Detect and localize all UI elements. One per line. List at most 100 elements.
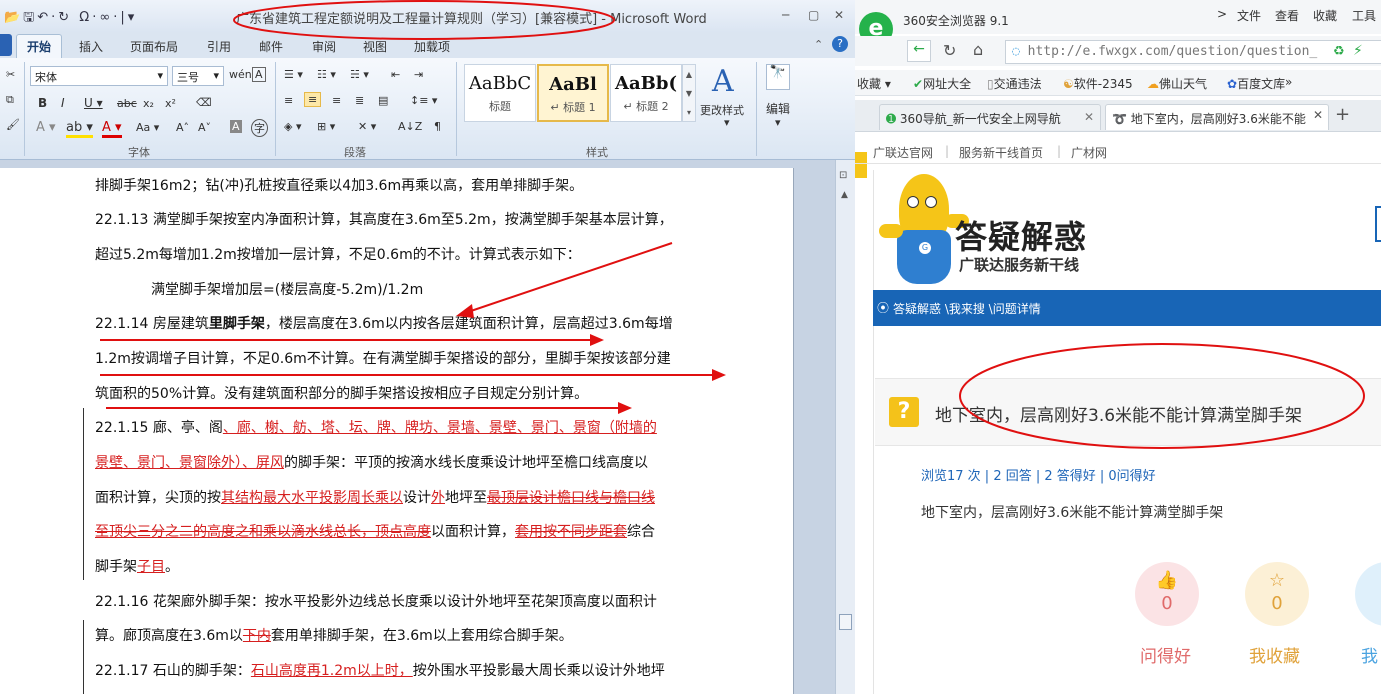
text-effect-icon[interactable]: A ▾ bbox=[36, 120, 56, 135]
tab-insert[interactable]: 插入 bbox=[79, 38, 103, 55]
underline-button[interactable]: U ▾ bbox=[84, 96, 103, 110]
tab-references[interactable]: 引用 bbox=[207, 38, 231, 55]
home-icon[interactable]: ⌂ bbox=[973, 40, 983, 59]
maximize-icon[interactable]: ▢ bbox=[808, 8, 819, 22]
close-icon[interactable]: ✕ bbox=[834, 8, 844, 22]
back-icon[interactable]: ← bbox=[907, 40, 931, 62]
align-right-icon[interactable]: ≡ bbox=[332, 94, 341, 107]
style-title[interactable]: AaBbC 标题 bbox=[464, 64, 536, 122]
font-size-select[interactable]: 三号 ▾ bbox=[172, 66, 224, 86]
edit-button[interactable]: 编辑 bbox=[766, 100, 790, 117]
menu-more-icon[interactable]: > bbox=[1217, 7, 1227, 21]
address-bar[interactable]: ◌ http://e.fwxgx.com/question/question_ bbox=[1005, 40, 1381, 64]
question-stats[interactable]: 浏览17 次 | 2 回答 | 2 答得好 | 0问得好 bbox=[921, 465, 1156, 484]
favorite-label[interactable]: 我收藏 bbox=[1249, 642, 1300, 667]
refresh-icon[interactable]: ↻ bbox=[943, 41, 956, 60]
tab-360-nav[interactable]: ➊ 360导航_新一代安全上网导航 ✕ bbox=[879, 104, 1101, 130]
enclose-char-icon[interactable]: 字 bbox=[251, 119, 268, 137]
change-styles-arrow-icon[interactable]: ▾ bbox=[724, 116, 730, 129]
show-marks-icon[interactable]: ¶ bbox=[434, 120, 441, 133]
justify-icon[interactable]: ≣ bbox=[355, 94, 364, 107]
nav-service-home[interactable]: 服务新干线首页 bbox=[959, 144, 1043, 161]
distribute-icon[interactable]: ▤ bbox=[378, 94, 388, 107]
menu-tools[interactable]: 工具 bbox=[1352, 7, 1376, 24]
style-heading-2[interactable]: AaBb( ↵ 标题 2 bbox=[610, 64, 682, 122]
fav-traffic[interactable]: ▯交通违法 bbox=[987, 75, 1042, 92]
breadcrumb[interactable]: 答疑解惑 \我来搜 \问题详情 bbox=[893, 300, 1041, 317]
tab-view[interactable]: 视图 bbox=[363, 38, 387, 55]
menu-favorites[interactable]: 收藏 bbox=[1313, 7, 1337, 24]
find-icon[interactable]: 🔭 bbox=[766, 64, 790, 90]
format-painter-icon[interactable]: 🖌 bbox=[6, 118, 20, 131]
fav-url-list[interactable]: ✔网址大全 bbox=[913, 75, 971, 92]
font-color-icon[interactable]: A ▾ bbox=[102, 120, 122, 138]
menu-file[interactable]: 文件 bbox=[1237, 7, 1261, 24]
shrink-font-size-icon[interactable]: A˅ bbox=[198, 121, 211, 134]
char-border-icon[interactable]: A bbox=[252, 67, 266, 82]
style-heading-1[interactable]: AaBl ↵ 标题 1 bbox=[537, 64, 609, 122]
tab-review[interactable]: 审阅 bbox=[312, 38, 336, 55]
scroll-thumb[interactable] bbox=[839, 614, 852, 630]
edit-arrow-icon[interactable]: ▾ bbox=[775, 116, 781, 129]
search-box-edge[interactable] bbox=[1375, 206, 1381, 242]
numbering-icon[interactable]: ☷ ▾ bbox=[317, 68, 336, 81]
new-tab-icon[interactable]: + bbox=[1335, 104, 1350, 125]
tab-page-layout[interactable]: 页面布局 bbox=[130, 38, 178, 55]
tab-mailings[interactable]: 邮件 bbox=[259, 38, 283, 55]
line-spacing-icon[interactable]: ↕≡ ▾ bbox=[410, 94, 437, 107]
good-question-button[interactable]: 👍 0 bbox=[1135, 562, 1199, 626]
change-styles-icon[interactable]: A bbox=[712, 64, 734, 99]
subscript-button[interactable]: x₂ bbox=[143, 97, 154, 110]
file-button[interactable] bbox=[0, 34, 12, 56]
bold-button[interactable]: B bbox=[38, 96, 47, 110]
fav-weather[interactable]: ☁佛山天气 bbox=[1147, 75, 1207, 92]
scroll-up-icon[interactable]: ▲ bbox=[841, 190, 848, 200]
char-shading-icon[interactable]: A bbox=[230, 120, 242, 133]
fav-baidu-wenku[interactable]: ✿百度文库 bbox=[1227, 75, 1285, 92]
borders-icon[interactable]: ⊞ ▾ bbox=[317, 120, 335, 133]
minimize-icon[interactable]: ─ bbox=[782, 8, 789, 22]
italic-button[interactable]: I bbox=[61, 96, 65, 110]
styles-scroll[interactable]: ▲ ▼ ▾ bbox=[682, 64, 696, 122]
tab-home[interactable]: 开始 bbox=[16, 34, 63, 58]
cut-icon[interactable]: ✂ bbox=[6, 68, 15, 81]
third-action-label[interactable]: 我 bbox=[1361, 642, 1378, 667]
superscript-button[interactable]: x² bbox=[165, 97, 176, 110]
change-styles-button[interactable]: 更改样式 bbox=[700, 102, 744, 118]
close-tab-icon[interactable]: ✕ bbox=[1313, 108, 1323, 122]
increase-indent-icon[interactable]: ⇥ bbox=[414, 68, 423, 81]
good-question-label[interactable]: 问得好 bbox=[1140, 642, 1191, 667]
copy-icon[interactable]: ⧉ bbox=[6, 93, 14, 107]
clear-format-icon[interactable]: ⌫ bbox=[196, 96, 212, 109]
grow-font-icon[interactable]: wén bbox=[229, 68, 252, 81]
align-center-icon[interactable]: ≡ bbox=[304, 92, 322, 107]
help-icon[interactable]: ? bbox=[832, 36, 848, 52]
tab-question[interactable]: ➰ 地下室内，层高刚好3.6米能不能 bbox=[1105, 104, 1329, 130]
quick-access-toolbar[interactable]: 📂🖫↶·↻ Ω·∞·|▾ bbox=[4, 8, 137, 30]
strikethrough-button[interactable]: abc bbox=[117, 97, 137, 110]
change-case-icon[interactable]: Aa ▾ bbox=[136, 121, 159, 134]
decrease-indent-icon[interactable]: ⇤ bbox=[391, 68, 400, 81]
third-action-button[interactable] bbox=[1355, 562, 1381, 626]
multilevel-list-icon[interactable]: ☵ ▾ bbox=[350, 68, 369, 81]
align-left-icon[interactable]: ≡ bbox=[284, 94, 293, 107]
fav-more-icon[interactable]: » bbox=[1285, 75, 1292, 89]
ruler-toggle-icon[interactable]: ⊡ bbox=[839, 170, 847, 181]
collapse-ribbon-icon[interactable]: ⌃ bbox=[814, 38, 823, 51]
menu-view[interactable]: 查看 bbox=[1275, 7, 1299, 24]
chinese-layout-icon[interactable]: ✕ ▾ bbox=[358, 120, 376, 133]
highlight-icon[interactable]: ab ▾ bbox=[66, 120, 93, 138]
font-name-select[interactable]: 宋体 ▾ bbox=[30, 66, 168, 86]
tab-addins[interactable]: 加载项 bbox=[414, 38, 450, 55]
favorite-button[interactable]: ☆ 0 bbox=[1245, 562, 1309, 626]
bullets-icon[interactable]: ☰ ▾ bbox=[284, 68, 303, 81]
fav-collect[interactable]: 收藏 ▾ bbox=[857, 75, 891, 92]
sort-icon[interactable]: A↓Z bbox=[398, 120, 422, 133]
nav-material-site[interactable]: 广材网 bbox=[1071, 144, 1107, 161]
vertical-scrollbar[interactable]: ⊡ ▲ bbox=[835, 160, 855, 694]
nav-glodon-site[interactable]: 广联达官网 bbox=[873, 144, 933, 161]
security-icon[interactable]: ♻ bbox=[1333, 44, 1345, 59]
shading-icon[interactable]: ◈ ▾ bbox=[284, 120, 301, 133]
grow-font-size-icon[interactable]: A˄ bbox=[176, 121, 189, 134]
speed-icon[interactable]: ⚡ bbox=[1353, 43, 1363, 59]
